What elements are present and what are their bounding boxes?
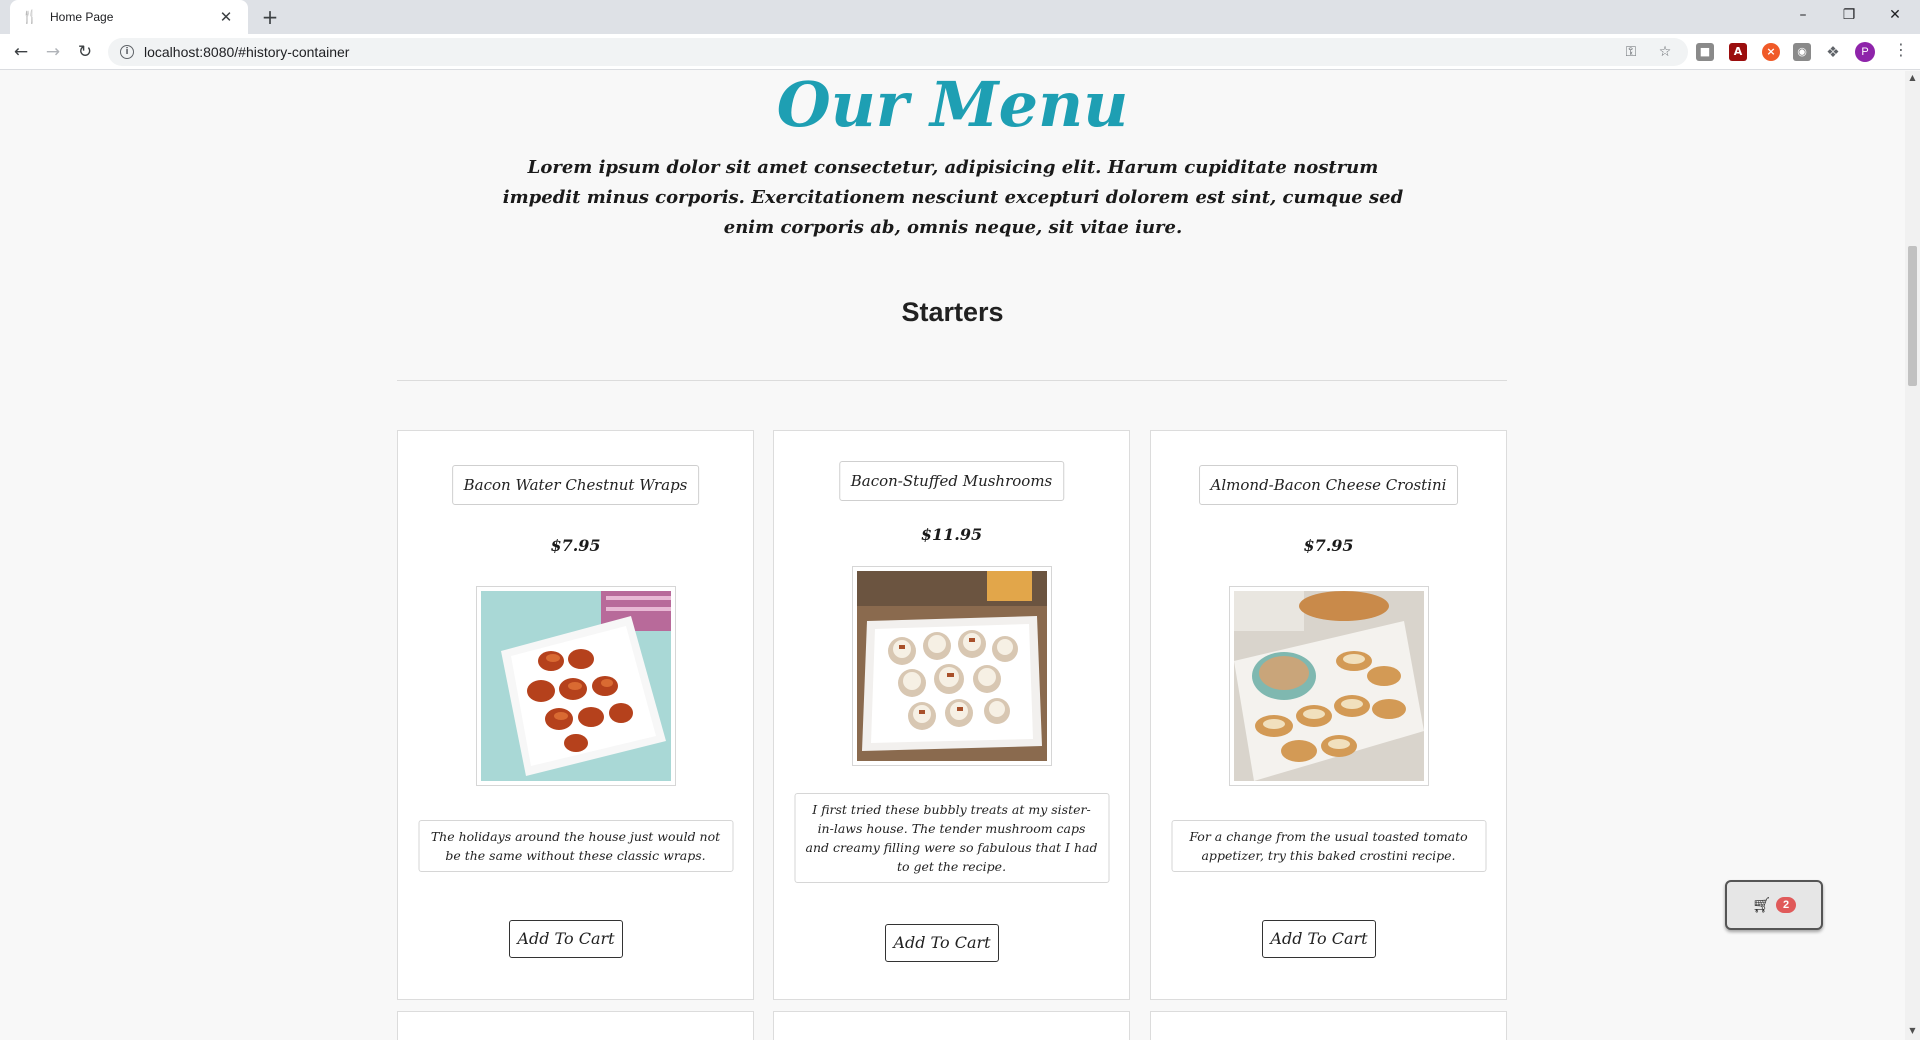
- browser-toolbar: ← → ↻ i localhost:8080/#history-containe…: [0, 34, 1920, 70]
- menu-intro: Lorem ipsum dolor sit amet consectetur, …: [502, 157, 1404, 238]
- camera-icon[interactable]: ◉: [1793, 43, 1811, 61]
- add-to-cart-button[interactable]: Add To Cart: [885, 924, 999, 962]
- url-text[interactable]: localhost:8080/#history-container: [144, 44, 1608, 60]
- menu-card: [773, 1011, 1130, 1040]
- stuffed-mushrooms-image: [856, 571, 1047, 761]
- bacon-wraps-image: [480, 591, 671, 781]
- blocker-extension-icon[interactable]: ×: [1762, 43, 1780, 61]
- menu-card: [397, 1011, 754, 1040]
- restore-icon[interactable]: ❐: [1826, 0, 1872, 30]
- vertical-scrollbar[interactable]: ▲ ▼: [1905, 71, 1920, 1040]
- key-icon[interactable]: ⚿: [1620, 44, 1642, 60]
- window-close-icon[interactable]: ✕: [1872, 0, 1918, 30]
- menu-card: Bacon-Stuffed Mushrooms $11.95 I first t…: [773, 430, 1130, 1000]
- item-name: Almond-Bacon Cheese Crostini: [1198, 465, 1459, 505]
- section-divider: [397, 380, 1507, 381]
- menu-card: Bacon Water Chestnut Wraps $7.95 The hol…: [397, 430, 754, 1000]
- pdf-extension-icon[interactable]: A: [1729, 43, 1747, 61]
- puzzle-icon[interactable]: ❖: [1824, 43, 1842, 61]
- profile-avatar[interactable]: P: [1855, 42, 1875, 62]
- scroll-up-icon[interactable]: ▲: [1908, 73, 1917, 82]
- item-description: I first tried these bubbly treats at my …: [794, 793, 1109, 883]
- item-photo: [1228, 586, 1429, 786]
- address-bar[interactable]: i localhost:8080/#history-container ⚿ ☆: [108, 38, 1688, 66]
- browser-tab-strip: 🍴 Home Page ✕ + – ❐ ✕: [0, 0, 1920, 34]
- item-name: Bacon Water Chestnut Wraps: [451, 465, 700, 505]
- menu-card: [1150, 1011, 1507, 1040]
- new-tab-button[interactable]: +: [258, 5, 282, 29]
- forward-arrow-icon[interactable]: →: [40, 39, 66, 65]
- cart-count-badge: 2: [1776, 897, 1797, 913]
- item-price: $11.95: [920, 525, 983, 544]
- fork-knife-icon: 🍴: [21, 9, 39, 25]
- add-to-cart-button[interactable]: Add To Cart: [1262, 920, 1376, 958]
- cart-button[interactable]: 🛒︎ 2: [1725, 880, 1823, 930]
- item-price: $7.95: [1303, 536, 1354, 555]
- menu-title: Our Menu: [776, 71, 1129, 141]
- shopping-cart-icon: 🛒︎: [1751, 896, 1772, 914]
- crostini-image: [1233, 591, 1424, 781]
- item-name: Bacon-Stuffed Mushrooms: [838, 461, 1065, 501]
- minimize-icon[interactable]: –: [1780, 0, 1826, 30]
- browser-tab[interactable]: 🍴 Home Page ✕: [10, 0, 248, 34]
- item-description: For a change from the usual toasted toma…: [1171, 820, 1486, 872]
- page-viewport: Our Menu Lorem ipsum dolor sit amet cons…: [0, 71, 1905, 1040]
- scroll-down-icon[interactable]: ▼: [1908, 1026, 1917, 1035]
- info-icon[interactable]: i: [120, 45, 134, 59]
- menu-card: Almond-Bacon Cheese Crostini $7.95 For a…: [1150, 430, 1507, 1000]
- item-photo: [475, 586, 676, 786]
- item-description: The holidays around the house just would…: [418, 820, 733, 872]
- item-price: $7.95: [550, 536, 601, 555]
- more-menu-icon[interactable]: ⋮: [1893, 40, 1909, 59]
- bookmark-star-icon[interactable]: ☆: [1654, 44, 1676, 60]
- back-arrow-icon[interactable]: ←: [8, 39, 34, 65]
- tab-title: Home Page: [50, 10, 114, 24]
- extension-icon[interactable]: ■: [1696, 43, 1714, 61]
- add-to-cart-button[interactable]: Add To Cart: [509, 920, 623, 958]
- close-tab-icon[interactable]: ✕: [216, 8, 236, 26]
- reload-icon[interactable]: ↻: [72, 39, 98, 65]
- item-photo: [851, 566, 1052, 766]
- scrollbar-thumb[interactable]: [1908, 246, 1917, 386]
- section-title: Starters: [901, 297, 1004, 327]
